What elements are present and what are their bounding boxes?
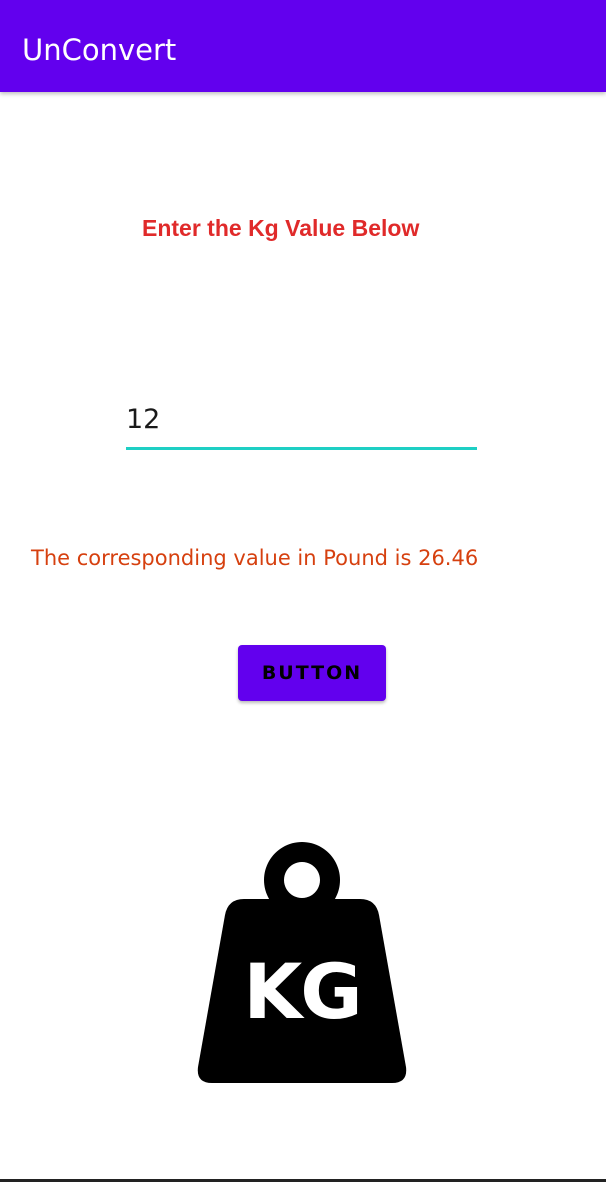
kg-value-input[interactable] xyxy=(126,392,477,450)
result-text: The corresponding value in Pound is 26.4… xyxy=(31,546,479,570)
weight-kg-label: KG xyxy=(243,947,362,1036)
app-bar: UnConvert xyxy=(0,0,606,92)
input-prompt-label: Enter the Kg Value Below xyxy=(142,215,420,241)
app-title: UnConvert xyxy=(22,33,177,67)
convert-button[interactable]: BUTTON xyxy=(238,645,386,701)
